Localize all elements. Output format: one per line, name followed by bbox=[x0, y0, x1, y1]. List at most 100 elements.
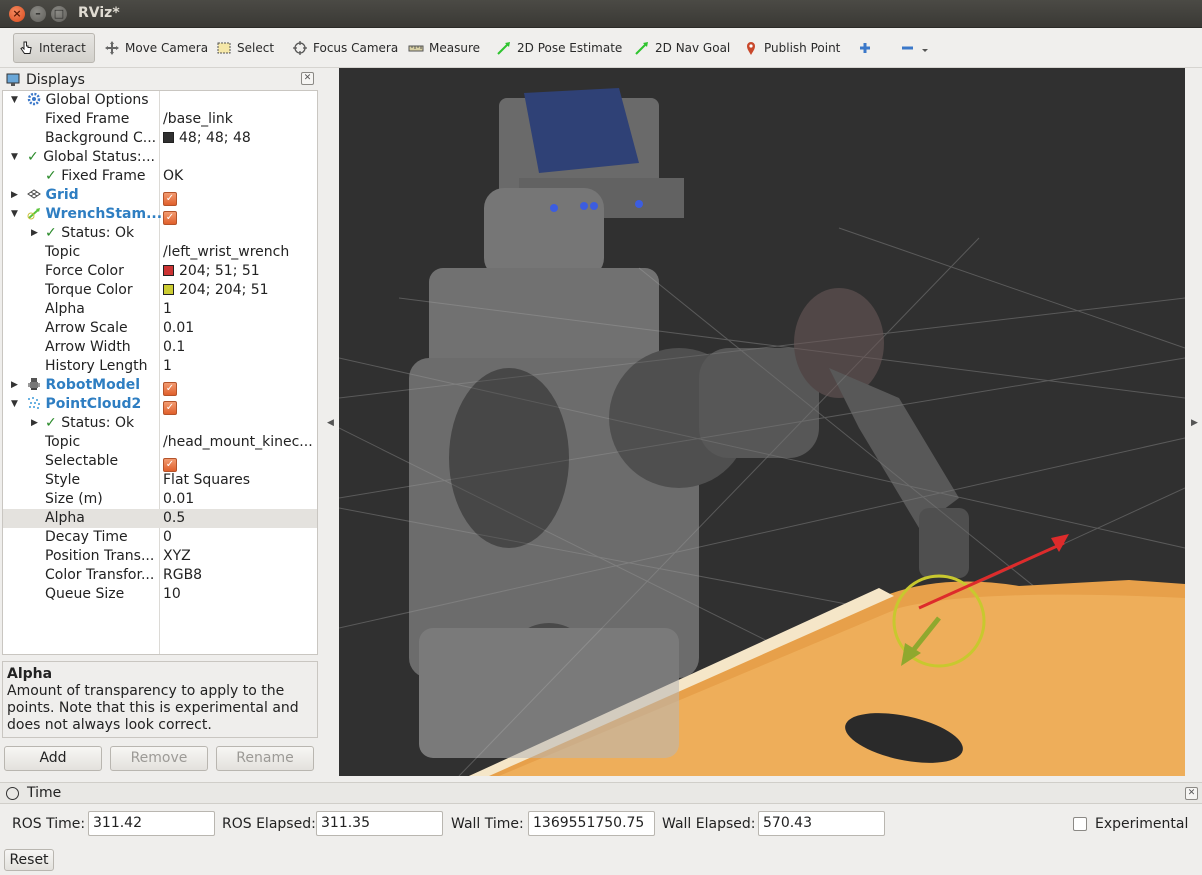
wall-elapsed-label: Wall Elapsed: bbox=[662, 816, 756, 832]
ros-time-label: ROS Time: bbox=[12, 816, 86, 832]
close-time-panel-button[interactable]: ✕ bbox=[1185, 787, 1198, 800]
property-description: Alpha Amount of transparency to apply to… bbox=[2, 661, 318, 738]
expand-arrow-icon[interactable]: ▼ bbox=[11, 148, 18, 167]
tree-row-fixed-frame-status[interactable]: ✓ Fixed Frame OK bbox=[3, 167, 317, 186]
ros-time-field[interactable]: 311.42 bbox=[88, 811, 215, 836]
displays-tree[interactable]: ▼ Global Options Fixed Frame /base_link … bbox=[2, 90, 318, 655]
wall-elapsed-field[interactable]: 570.43 bbox=[758, 811, 885, 836]
minimize-window-button[interactable]: – bbox=[30, 6, 46, 22]
tree-row-style[interactable]: Style Flat Squares bbox=[3, 471, 317, 490]
add-tool-button[interactable] bbox=[853, 33, 877, 63]
checkmark-icon: ✓ bbox=[45, 225, 57, 241]
tree-row-wrench-stamped[interactable]: ▼ WrenchStam... ✓ bbox=[3, 205, 317, 225]
wall-time-field[interactable]: 1369551750.75 bbox=[528, 811, 655, 836]
close-displays-panel-button[interactable]: ✕ bbox=[301, 72, 314, 85]
description-title: Alpha bbox=[7, 666, 53, 682]
experimental-checkbox[interactable] bbox=[1073, 817, 1087, 831]
tree-row-pointcloud-alpha[interactable]: Alpha 0.5 bbox=[3, 509, 317, 528]
experimental-label: Experimental bbox=[1095, 816, 1189, 832]
maximize-window-button[interactable]: □ bbox=[51, 6, 67, 22]
collapse-left-panel-icon[interactable]: ◀ bbox=[327, 418, 334, 428]
3d-render-viewport[interactable] bbox=[339, 68, 1185, 776]
2d-pose-estimate-tool-button[interactable]: 2D Pose Estimate bbox=[492, 33, 626, 63]
collapse-arrow-icon[interactable]: ▶ bbox=[11, 376, 18, 395]
gear-icon bbox=[27, 92, 41, 106]
collapse-arrow-icon[interactable]: ▶ bbox=[11, 186, 18, 205]
checkmark-icon: ✓ bbox=[27, 149, 39, 165]
checkmark-icon: ✓ bbox=[45, 168, 57, 184]
checkmark-icon: ✓ bbox=[45, 415, 57, 431]
time-row: ROS Time: 311.42 ROS Elapsed: 311.35 Wal… bbox=[0, 806, 1202, 842]
tree-row-queue-size[interactable]: Queue Size 10 bbox=[3, 585, 317, 604]
force-color-swatch[interactable] bbox=[163, 265, 174, 276]
tree-row-position-transformer[interactable]: Position Trans... XYZ bbox=[3, 547, 317, 566]
rename-display-button[interactable]: Rename bbox=[216, 746, 314, 771]
grid-enabled-checkbox[interactable]: ✓ bbox=[163, 192, 177, 206]
reset-button[interactable]: Reset bbox=[4, 849, 54, 871]
select-tool-button[interactable]: Select bbox=[212, 33, 278, 63]
close-window-button[interactable]: × bbox=[9, 6, 25, 22]
selectable-checkbox[interactable]: ✓ bbox=[163, 458, 177, 472]
move-camera-tool-button[interactable]: Move Camera bbox=[100, 33, 212, 63]
expand-arrow-icon[interactable]: ▼ bbox=[11, 91, 18, 110]
tree-row-arrow-scale[interactable]: Arrow Scale 0.01 bbox=[3, 319, 317, 338]
ros-elapsed-label: ROS Elapsed: bbox=[222, 816, 316, 832]
measure-tool-button[interactable]: Measure bbox=[404, 33, 484, 63]
remove-tool-menu-button[interactable] bbox=[896, 33, 933, 63]
2d-pose-estimate-label: 2D Pose Estimate bbox=[517, 41, 623, 55]
remove-display-button[interactable]: Remove bbox=[110, 746, 208, 771]
expand-arrow-icon[interactable]: ▼ bbox=[11, 395, 18, 414]
robot-model-enabled-checkbox[interactable]: ✓ bbox=[163, 382, 177, 396]
tree-row-torque-color[interactable]: Torque Color 204; 204; 51 bbox=[3, 281, 317, 300]
collapse-arrow-icon[interactable]: ▶ bbox=[31, 414, 38, 433]
tree-row-color-transformer[interactable]: Color Transfor... RGB8 bbox=[3, 566, 317, 585]
torque-color-swatch[interactable] bbox=[163, 284, 174, 295]
tree-row-pointcloud-status[interactable]: ▶ ✓ Status: Ok bbox=[3, 414, 317, 433]
tree-row-decay-time[interactable]: Decay Time 0 bbox=[3, 528, 317, 547]
add-display-button[interactable]: Add bbox=[4, 746, 102, 771]
clock-icon bbox=[6, 787, 19, 800]
green-arrow-icon bbox=[635, 42, 648, 55]
expand-arrow-icon[interactable]: ▼ bbox=[11, 205, 18, 224]
move-arrows-icon bbox=[105, 41, 119, 55]
title-bar: × – □ RViz* bbox=[0, 0, 1202, 28]
tree-row-history-length[interactable]: History Length 1 bbox=[3, 357, 317, 376]
collapse-right-panel-icon[interactable]: ▶ bbox=[1191, 418, 1198, 428]
tree-row-size[interactable]: Size (m) 0.01 bbox=[3, 490, 317, 509]
chevron-down-icon bbox=[922, 49, 928, 52]
interact-tool-button[interactable]: Interact bbox=[13, 33, 95, 63]
ros-elapsed-field[interactable]: 311.35 bbox=[316, 811, 443, 836]
focus-camera-tool-button[interactable]: Focus Camera bbox=[288, 33, 402, 63]
tree-row-background-color[interactable]: Background C... 48; 48; 48 bbox=[3, 129, 317, 148]
point-cloud-icon bbox=[28, 397, 40, 409]
tree-row-global-status[interactable]: ▼ ✓ Global Status:... bbox=[3, 148, 317, 167]
pointcloud-enabled-checkbox[interactable]: ✓ bbox=[163, 401, 177, 415]
tree-row-alpha[interactable]: Alpha 1 bbox=[3, 300, 317, 319]
robot-icon bbox=[28, 378, 40, 390]
time-panel-header: Time ✕ bbox=[0, 782, 1202, 804]
tree-row-fixed-frame[interactable]: Fixed Frame /base_link bbox=[3, 110, 317, 129]
hand-pointer-icon bbox=[20, 41, 32, 54]
tree-row-force-color[interactable]: Force Color 204; 51; 51 bbox=[3, 262, 317, 281]
tree-row-arrow-width[interactable]: Arrow Width 0.1 bbox=[3, 338, 317, 357]
2d-nav-goal-label: 2D Nav Goal bbox=[655, 41, 731, 55]
background-color-swatch[interactable] bbox=[163, 132, 174, 143]
tree-row-pointcloud-topic[interactable]: Topic /head_mount_kinec... bbox=[3, 433, 317, 452]
tree-row-pointcloud2[interactable]: ▼ PointCloud2 ✓ bbox=[3, 395, 317, 415]
tree-row-robot-model[interactable]: ▶ RobotModel ✓ bbox=[3, 376, 317, 396]
tree-row-selectable[interactable]: Selectable ✓ bbox=[3, 452, 317, 472]
wall-time-label: Wall Time: bbox=[451, 816, 524, 832]
selection-box-icon bbox=[217, 42, 231, 54]
tree-row-wrench-status[interactable]: ▶ ✓ Status: Ok bbox=[3, 224, 317, 243]
tree-row-grid[interactable]: ▶ Grid ✓ bbox=[3, 186, 317, 206]
tree-row-global-options[interactable]: ▼ Global Options bbox=[3, 91, 317, 110]
publish-point-tool-button[interactable]: Publish Point bbox=[739, 33, 844, 63]
tree-row-topic[interactable]: Topic /left_wrist_wrench bbox=[3, 243, 317, 262]
move-camera-label: Move Camera bbox=[125, 41, 209, 55]
select-label: Select bbox=[237, 41, 275, 55]
grid-icon bbox=[27, 189, 41, 199]
2d-nav-goal-tool-button[interactable]: 2D Nav Goal bbox=[630, 33, 734, 63]
plus-icon bbox=[860, 43, 870, 53]
wrench-enabled-checkbox[interactable]: ✓ bbox=[163, 211, 177, 225]
collapse-arrow-icon[interactable]: ▶ bbox=[31, 224, 38, 243]
